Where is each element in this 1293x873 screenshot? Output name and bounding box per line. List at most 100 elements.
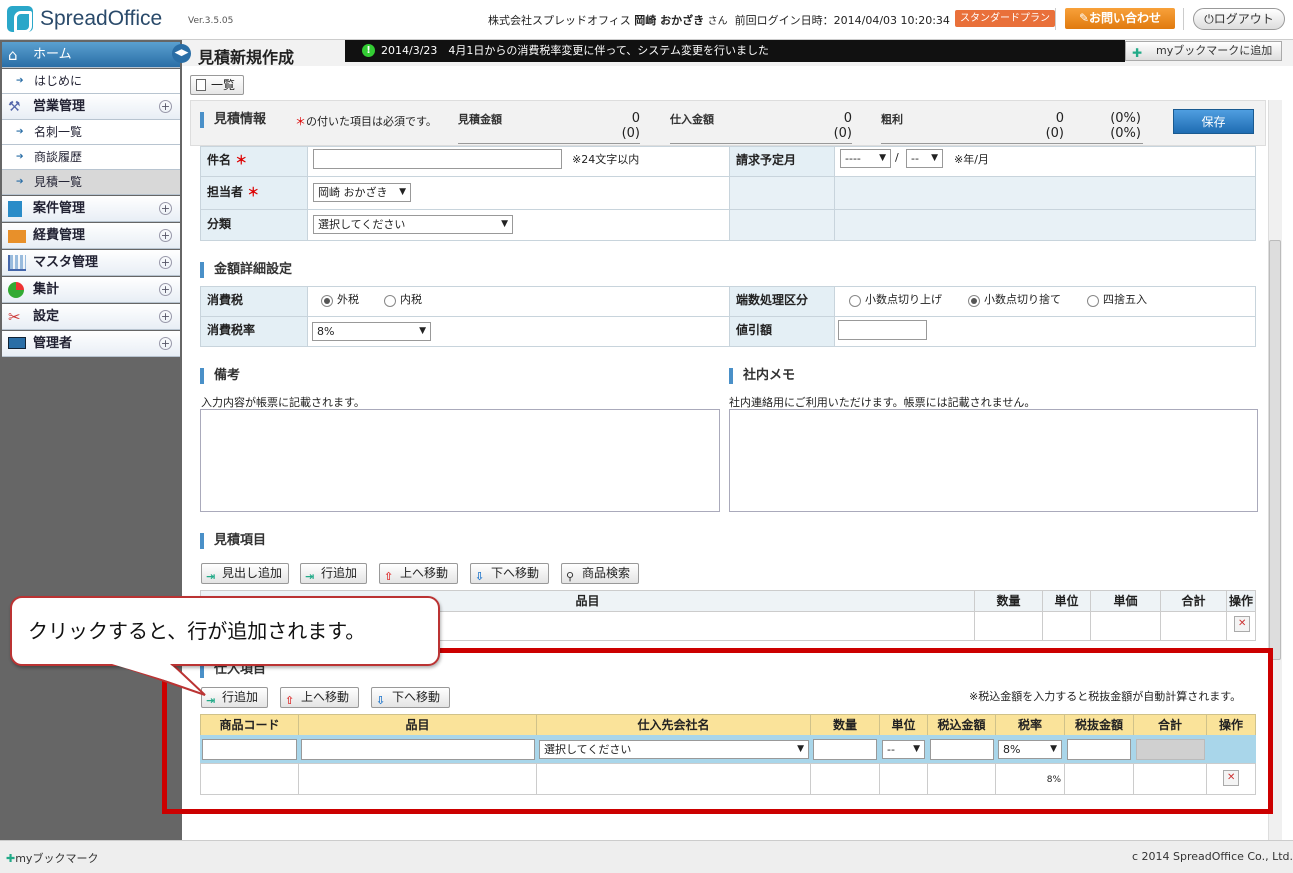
item-input[interactable] (301, 739, 535, 760)
arrow-right-icon: ➔ (16, 152, 24, 162)
product-code-input[interactable] (202, 739, 297, 760)
app-logo[interactable]: SpreadOffice (40, 7, 162, 31)
sidebar-toggle-icon[interactable]: ◀▶ (172, 44, 191, 63)
expand-icon[interactable]: + (159, 229, 172, 242)
profit-value: 0 (1055, 111, 1064, 126)
unit-select[interactable]: -- ▼ (882, 740, 925, 759)
table-cell (1133, 763, 1207, 795)
app-version: Ver.3.5.05 (188, 16, 234, 26)
scrollbar-thumb[interactable] (1269, 240, 1281, 660)
section-title-remarks: 備考 (200, 368, 240, 384)
remarks-textarea[interactable] (200, 409, 720, 512)
round-half-radio[interactable]: 四捨五入 (1087, 293, 1147, 307)
bookmark-add-button[interactable]: ✚ myブックマークに追加 (1125, 41, 1282, 61)
sidebar-item-estimates[interactable]: ➔ 見積一覧 (2, 170, 180, 195)
table-cell (1042, 611, 1091, 641)
column-header-tax-excluded: 税抜金額 (1064, 714, 1134, 736)
sales-icon: ⚒ (8, 99, 21, 115)
subject-note: ※24文字以内 (572, 153, 640, 166)
purchase-add-row-button[interactable]: ⇥ 行追加 (201, 687, 268, 708)
sidebar-item-projects[interactable]: 案件管理 + (2, 196, 180, 222)
tax-exclusive-radio[interactable]: 外税 (321, 293, 359, 307)
estimate-move-up-button[interactable]: ⇧ 上へ移動 (379, 563, 458, 584)
arrow-up-icon: ⇧ (384, 570, 394, 583)
sidebar-item-business-cards[interactable]: ➔ 名刺一覧 (2, 120, 180, 145)
house-icon: ⌂ (8, 46, 18, 64)
owner-select[interactable]: 岡崎 おかざき ▼ (313, 183, 411, 202)
discount-input[interactable] (838, 320, 927, 340)
subject-input[interactable] (313, 149, 562, 169)
footer-bookmark-link[interactable]: ✚myブックマーク (6, 850, 98, 866)
sidebar-item-sales[interactable]: ⚒ 営業管理 + (2, 94, 180, 120)
round-down-radio[interactable]: 小数点切り捨て (968, 293, 1061, 307)
empty-cell (834, 176, 1256, 210)
company-name: 株式会社スプレッドオフィス (488, 14, 631, 27)
round-up-radio[interactable]: 小数点切り上げ (849, 293, 942, 307)
table-cell (298, 763, 537, 795)
tax-rate-label: 消費税率 (200, 316, 308, 347)
tax-rate-select[interactable]: 8% ▼ (998, 740, 1062, 759)
contact-button[interactable]: ✎お問い合わせ (1065, 8, 1175, 29)
tax-excluded-input[interactable] (1067, 739, 1131, 760)
memo-textarea[interactable] (729, 409, 1258, 512)
plan-badge: スタンダードプラン (955, 10, 1055, 27)
tax-rate-select[interactable]: 8% ▼ (312, 322, 431, 341)
arrow-right-icon: ➔ (16, 127, 24, 137)
billing-year-select[interactable]: ---- ▼ (840, 149, 891, 168)
expand-icon[interactable]: + (159, 337, 172, 350)
empty-cell (729, 176, 835, 210)
estimate-add-row-button[interactable]: ⇥ 行追加 (300, 563, 367, 584)
sidebar-item-expenses[interactable]: 経費管理 + (2, 223, 180, 249)
purchase-note: ※税込金額を入力すると税抜金額が自動計算されます。 (969, 690, 1242, 703)
table-cell (974, 611, 1043, 641)
sidebar-item-home[interactable]: ⌂ ホーム (2, 42, 180, 68)
spreadoffice-logo-icon (7, 6, 33, 33)
sidebar-item-master[interactable]: マスタ管理 + (2, 250, 180, 276)
quantity-input[interactable] (813, 739, 877, 760)
sidebar-item-negotiations[interactable]: ➔ 商談履歴 (2, 145, 180, 170)
delete-row-icon[interactable] (1234, 616, 1250, 632)
estimate-amount-label: 見積金額 (458, 113, 502, 126)
save-button[interactable]: 保存 (1173, 109, 1254, 134)
expand-icon[interactable]: + (159, 310, 172, 323)
notice-bar[interactable]: 2014/3/23 4月1日からの消費税率変更に伴って、システム変更を行いました (345, 40, 1125, 62)
list-button[interactable]: 一覧 (190, 75, 244, 95)
mail-icon: ✎ (1078, 11, 1090, 25)
expand-icon[interactable]: + (159, 283, 172, 296)
chevron-down-icon: ▼ (501, 219, 508, 229)
delete-row-icon[interactable] (1223, 770, 1239, 786)
user-suffix: さん (707, 16, 728, 27)
page-title: 見積新規作成 (198, 48, 295, 67)
tax-rate-cell: 8% (995, 763, 1065, 795)
tax-included-input[interactable] (930, 739, 994, 760)
sidebar-item-admin[interactable]: 管理者 + (2, 331, 180, 357)
expand-icon[interactable]: + (159, 100, 172, 113)
sidebar-item-summary[interactable]: 集計 + (2, 277, 180, 303)
expand-icon[interactable]: + (159, 256, 172, 269)
profit-label: 粗利 (881, 113, 903, 126)
column-header-action: 操作 (1206, 714, 1256, 736)
column-header-supplier: 仕入先会社名 (536, 714, 811, 736)
billing-month-select[interactable]: -- ▼ (906, 149, 943, 168)
category-select[interactable]: 選択してください ▼ (313, 215, 513, 234)
tax-inclusive-radio[interactable]: 内税 (384, 293, 422, 307)
last-login: 前回ログイン日時：2014/04/03 10:20:34 (734, 14, 950, 27)
add-heading-button[interactable]: ⇥ 見出し追加 (201, 563, 289, 584)
sidebar-item-settings[interactable]: ✂ 設定 + (2, 304, 180, 330)
copyright: c 2014 SpreadOffice Co., Ltd. (1132, 850, 1293, 863)
callout-bubble: クリックすると、行が追加されます。 (10, 596, 440, 666)
logout-button[interactable]: ⏻ログアウト (1193, 8, 1285, 30)
memo-note: 社内連絡用にご利用いただけます。帳票には記載されません。 (729, 396, 1036, 409)
expand-icon[interactable]: + (159, 202, 172, 215)
purchase-move-up-button[interactable]: ⇧ 上へ移動 (280, 687, 359, 708)
magnifier-icon: ⚲ (566, 570, 575, 583)
section-title-estimate-info: 見積情報 (200, 112, 266, 128)
arrow-right-icon: ➔ (16, 76, 24, 86)
product-search-button[interactable]: ⚲ 商品検索 (561, 563, 639, 584)
supplier-select[interactable]: 選択してください ▼ (539, 740, 809, 759)
sidebar-item-intro[interactable]: ➔ はじめに (2, 69, 180, 94)
purchase-move-down-button[interactable]: ⇩ 下へ移動 (371, 687, 450, 708)
estimate-move-down-button[interactable]: ⇩ 下へ移動 (470, 563, 549, 584)
document-icon (196, 79, 206, 91)
add-row-icon: ⇥ (305, 570, 315, 583)
